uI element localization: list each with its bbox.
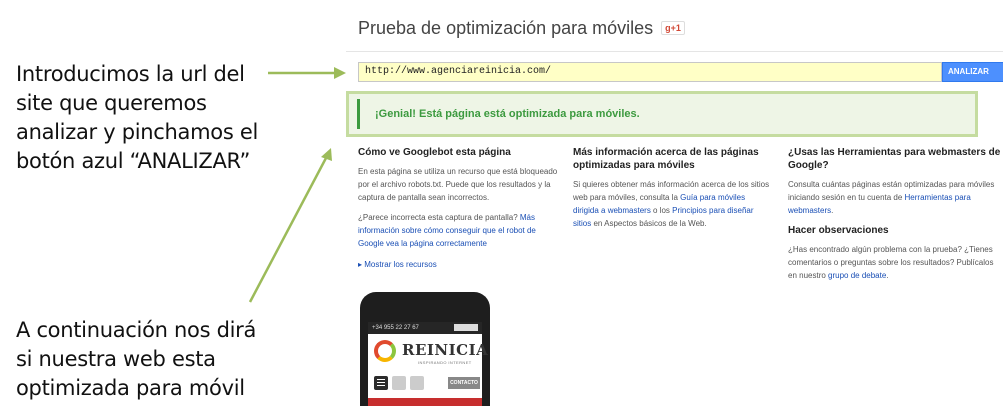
annotation-enter-url: Introducimos la url del site que queremo…: [16, 60, 258, 176]
phone-number: +34 955 22 27 67: [372, 325, 419, 331]
googlebot-heading: Cómo ve Googlebot esta página: [358, 147, 511, 158]
result-banner: ¡Genial! Está página está optimizada par…: [346, 91, 978, 137]
logo-tagline: INSPIRANDO INTERNET: [418, 360, 472, 365]
annotation-line: site que queremos: [16, 91, 207, 115]
logo-text: REINICIA: [402, 341, 489, 359]
annotation-line: optimizada para móvil: [16, 376, 245, 400]
arrow-head-icon: [321, 148, 332, 161]
text-fragment: .: [831, 206, 834, 215]
phone-preview: +34 955 22 27 67 REINICIA INSPIRANDO INT…: [360, 292, 490, 406]
analyze-button[interactable]: ANALIZAR: [942, 62, 1003, 82]
hamburger-menu-icon: [374, 376, 388, 390]
annotation-line: analizar y pinchamos el: [16, 120, 258, 144]
hero-banner: [368, 398, 482, 406]
more-info-heading: Más información acerca de las páginas op…: [573, 147, 759, 171]
googlebot-column: Cómo ve Googlebot esta página En esta pá…: [358, 146, 558, 271]
more-info-column: Más información acerca de las páginas op…: [573, 146, 773, 237]
text-fragment: en Aspectos básicos de la Web.: [591, 219, 707, 228]
result-message: ¡Genial! Está página está optimizada par…: [375, 108, 640, 120]
page-title-text: Prueba de optimización para móviles: [358, 18, 654, 38]
googlebot-screenshot-note: ¿Parece incorrecta esta captura de panta…: [358, 211, 558, 250]
contact-button: CONTACTO: [448, 377, 480, 389]
tools-column: ¿Usas las Herramientas para webmasters d…: [788, 146, 1003, 289]
url-input[interactable]: http://www.agenciareinicia.com/: [358, 62, 942, 82]
tools-heading: ¿Usas las Herramientas para webmasters d…: [788, 147, 1001, 171]
googlebot-warning: En esta página se utiliza un recurso que…: [358, 167, 558, 202]
show-resources-link[interactable]: ▸ Mostrar los recursos: [358, 258, 558, 271]
phone-screen: +34 955 22 27 67 REINICIA INSPIRANDO INT…: [368, 322, 488, 406]
search-icon: [410, 376, 424, 390]
annotation-line: Introducimos la url del: [16, 62, 245, 86]
annotation-line: A continuación nos dirá: [16, 318, 257, 342]
social-icons: [454, 324, 478, 331]
page-title: Prueba de optimización para móviles g+1: [358, 18, 685, 39]
screenshot-question: ¿Parece incorrecta esta captura de panta…: [358, 213, 520, 222]
more-info-text: Si quieres obtener más información acerc…: [573, 178, 773, 230]
annotation-line: si nuestra web esta: [16, 347, 216, 371]
feedback-heading: Hacer observaciones: [788, 225, 889, 236]
annotation-result-info: A continuación nos dirá si nuestra web e…: [16, 316, 256, 403]
cart-icon: [392, 376, 406, 390]
arrow-to-result: [248, 157, 328, 303]
reinicia-logo-icon: [374, 340, 396, 362]
text-fragment: o los: [650, 206, 673, 215]
text-fragment: .: [886, 271, 889, 280]
arrow-head-icon: [334, 67, 346, 79]
divider: [346, 51, 1003, 52]
phone-topbar: +34 955 22 27 67: [368, 322, 482, 334]
feedback-text: ¿Has encontrado algún problema con la pr…: [788, 243, 1003, 282]
tools-text: Consulta cuántas páginas están optimizad…: [788, 178, 1003, 217]
mobile-test-panel: Prueba de optimización para móviles g+1 h…: [346, 0, 1003, 406]
annotation-line: botón azul “ANALIZAR”: [16, 149, 251, 173]
discussion-group-link[interactable]: grupo de debate: [828, 271, 886, 280]
gplus-button[interactable]: g+1: [661, 21, 685, 35]
text-fragment: ¿Has encontrado algún problema con la pr…: [788, 245, 994, 280]
